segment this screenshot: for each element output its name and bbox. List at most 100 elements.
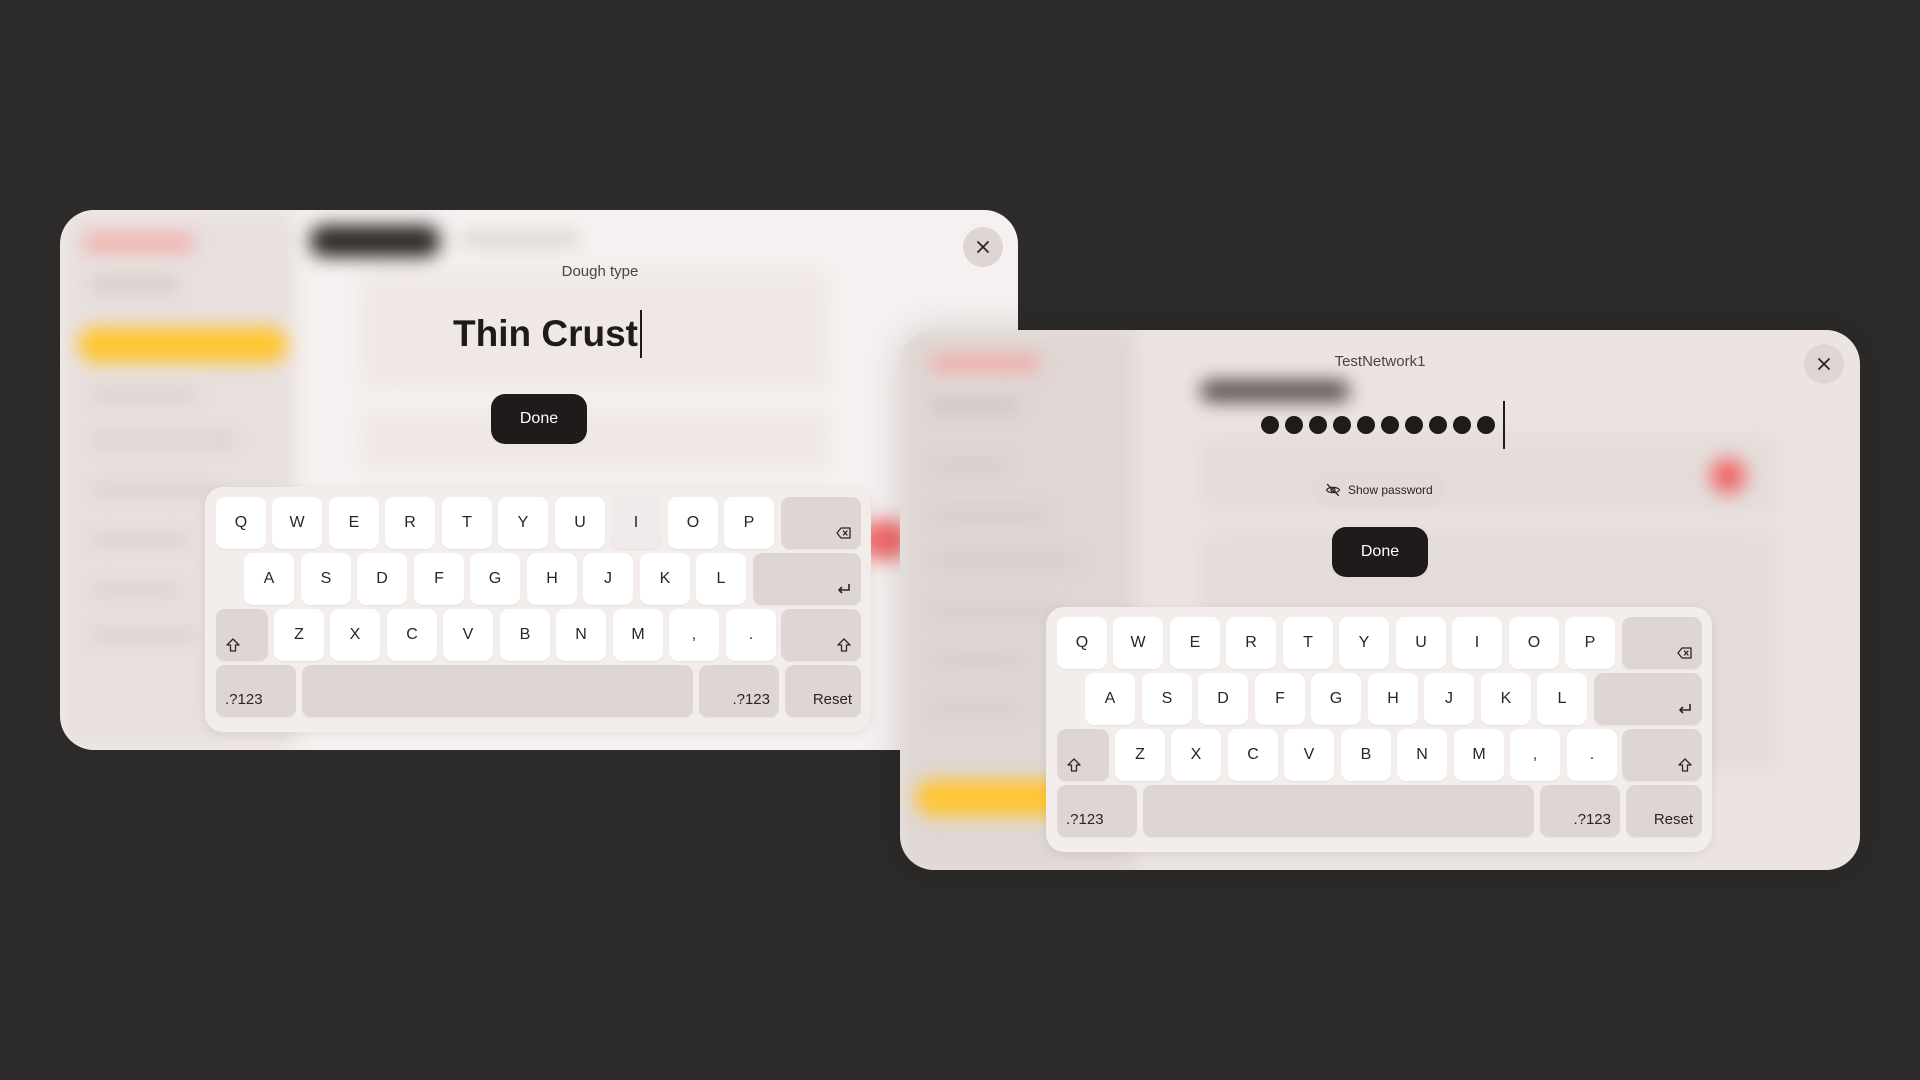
key-x[interactable]: X bbox=[1171, 729, 1221, 781]
text-cursor bbox=[639, 310, 642, 358]
key-u[interactable]: U bbox=[1396, 617, 1446, 669]
key-t[interactable]: T bbox=[442, 497, 492, 549]
key-period[interactable]: . bbox=[726, 609, 776, 661]
key-l[interactable]: L bbox=[696, 553, 746, 605]
key-d[interactable]: D bbox=[357, 553, 407, 605]
shift-icon bbox=[226, 638, 240, 652]
password-input[interactable] bbox=[1261, 397, 1505, 453]
key-s[interactable]: S bbox=[1142, 673, 1192, 725]
password-dot bbox=[1453, 416, 1471, 434]
backspace-key[interactable] bbox=[1622, 617, 1702, 669]
key-i[interactable]: I bbox=[1452, 617, 1502, 669]
key-l[interactable]: L bbox=[1537, 673, 1587, 725]
password-dot bbox=[1429, 416, 1447, 434]
key-f[interactable]: F bbox=[414, 553, 464, 605]
onscreen-keyboard: Q W E R T Y U I O P A S D F G H J K L Z … bbox=[1046, 607, 1712, 852]
key-e[interactable]: E bbox=[329, 497, 379, 549]
key-b[interactable]: B bbox=[1341, 729, 1391, 781]
key-comma[interactable]: , bbox=[669, 609, 719, 661]
password-dot bbox=[1405, 416, 1423, 434]
symbols-key-right[interactable]: .?123 bbox=[699, 665, 779, 717]
shift-icon bbox=[837, 638, 851, 652]
key-j[interactable]: J bbox=[583, 553, 633, 605]
reset-key[interactable]: Reset bbox=[1626, 785, 1702, 837]
close-icon bbox=[1818, 358, 1830, 370]
backspace-key[interactable] bbox=[781, 497, 861, 549]
done-button[interactable]: Done bbox=[491, 394, 587, 444]
key-o[interactable]: O bbox=[668, 497, 718, 549]
key-m[interactable]: M bbox=[613, 609, 663, 661]
key-v[interactable]: V bbox=[443, 609, 493, 661]
password-dot bbox=[1357, 416, 1375, 434]
space-key[interactable] bbox=[1143, 785, 1534, 837]
key-c[interactable]: C bbox=[387, 609, 437, 661]
key-r[interactable]: R bbox=[1226, 617, 1276, 669]
shift-icon bbox=[1067, 758, 1081, 772]
key-a[interactable]: A bbox=[1085, 673, 1135, 725]
symbols-key-left[interactable]: .?123 bbox=[216, 665, 296, 717]
enter-icon bbox=[838, 584, 850, 594]
key-r[interactable]: R bbox=[385, 497, 435, 549]
key-w[interactable]: W bbox=[1113, 617, 1163, 669]
symbols-key-right[interactable]: .?123 bbox=[1540, 785, 1620, 837]
key-v[interactable]: V bbox=[1284, 729, 1334, 781]
shift-key-right[interactable] bbox=[1622, 729, 1702, 781]
key-p[interactable]: P bbox=[724, 497, 774, 549]
key-d[interactable]: D bbox=[1198, 673, 1248, 725]
close-button[interactable] bbox=[963, 227, 1003, 267]
symbols-key-left[interactable]: .?123 bbox=[1057, 785, 1137, 837]
password-dot bbox=[1381, 416, 1399, 434]
key-q[interactable]: Q bbox=[216, 497, 266, 549]
text-input-value[interactable]: Thin Crust bbox=[453, 305, 642, 363]
key-q[interactable]: Q bbox=[1057, 617, 1107, 669]
eye-off-icon bbox=[1325, 483, 1341, 497]
done-button[interactable]: Done bbox=[1332, 527, 1428, 577]
enter-key[interactable] bbox=[1594, 673, 1702, 725]
key-e[interactable]: E bbox=[1170, 617, 1220, 669]
key-comma[interactable]: , bbox=[1510, 729, 1560, 781]
reset-key[interactable]: Reset bbox=[785, 665, 861, 717]
key-y[interactable]: Y bbox=[1339, 617, 1389, 669]
enter-key[interactable] bbox=[753, 553, 861, 605]
key-t[interactable]: T bbox=[1283, 617, 1333, 669]
key-b[interactable]: B bbox=[500, 609, 550, 661]
shift-key-left[interactable] bbox=[216, 609, 268, 661]
key-k[interactable]: K bbox=[1481, 673, 1531, 725]
password-dot bbox=[1285, 416, 1303, 434]
key-c[interactable]: C bbox=[1228, 729, 1278, 781]
key-h[interactable]: H bbox=[527, 553, 577, 605]
enter-icon bbox=[1679, 704, 1691, 714]
key-f[interactable]: F bbox=[1255, 673, 1305, 725]
key-k[interactable]: K bbox=[640, 553, 690, 605]
key-z[interactable]: Z bbox=[1115, 729, 1165, 781]
backspace-icon bbox=[1677, 647, 1692, 659]
key-n[interactable]: N bbox=[1397, 729, 1447, 781]
key-period[interactable]: . bbox=[1567, 729, 1617, 781]
key-n[interactable]: N bbox=[556, 609, 606, 661]
key-a[interactable]: A bbox=[244, 553, 294, 605]
key-h[interactable]: H bbox=[1368, 673, 1418, 725]
key-g[interactable]: G bbox=[1311, 673, 1361, 725]
key-i[interactable]: I bbox=[611, 497, 661, 549]
key-z[interactable]: Z bbox=[274, 609, 324, 661]
close-icon bbox=[977, 241, 989, 253]
password-dot bbox=[1309, 416, 1327, 434]
key-s[interactable]: S bbox=[301, 553, 351, 605]
show-password-button[interactable]: Show password bbox=[1313, 474, 1445, 506]
key-g[interactable]: G bbox=[470, 553, 520, 605]
shift-key-right[interactable] bbox=[781, 609, 861, 661]
key-w[interactable]: W bbox=[272, 497, 322, 549]
key-j[interactable]: J bbox=[1424, 673, 1474, 725]
key-y[interactable]: Y bbox=[498, 497, 548, 549]
key-p[interactable]: P bbox=[1565, 617, 1615, 669]
key-u[interactable]: U bbox=[555, 497, 605, 549]
key-m[interactable]: M bbox=[1454, 729, 1504, 781]
password-dot bbox=[1261, 416, 1279, 434]
password-dot bbox=[1333, 416, 1351, 434]
space-key[interactable] bbox=[302, 665, 693, 717]
network-password-dialog: TestNetwork1 Show password Done Q W E R … bbox=[900, 330, 1860, 870]
close-button[interactable] bbox=[1804, 344, 1844, 384]
key-o[interactable]: O bbox=[1509, 617, 1559, 669]
key-x[interactable]: X bbox=[330, 609, 380, 661]
shift-key-left[interactable] bbox=[1057, 729, 1109, 781]
